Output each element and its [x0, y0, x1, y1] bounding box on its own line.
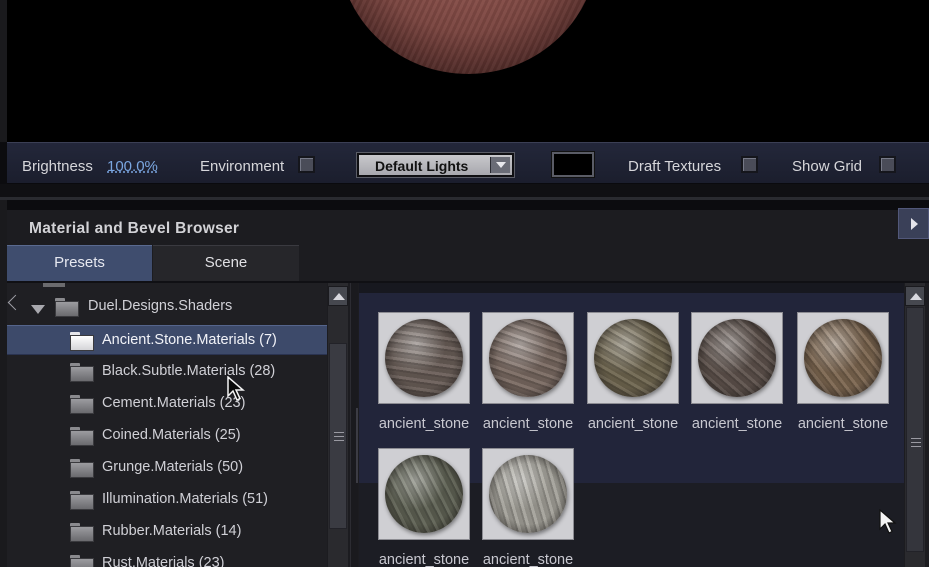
- tree-item-label: Coined.Materials (25): [102, 427, 241, 443]
- show-grid-label: Show Grid: [792, 158, 863, 175]
- tab-scene[interactable]: Scene: [153, 245, 299, 281]
- folder-icon: [70, 491, 94, 510]
- material-thumbnail[interactable]: [797, 312, 889, 404]
- material-label: ancient_stone: [797, 416, 889, 432]
- material-grid: ancient_stone ancient_stone ancient_ston…: [359, 283, 904, 567]
- show-grid-checkbox[interactable]: [879, 156, 896, 173]
- material-sphere: [385, 319, 463, 397]
- material-label: ancient_stone: [378, 552, 470, 567]
- brightness-value[interactable]: 100.0%: [107, 158, 158, 175]
- folder-icon: [70, 363, 94, 382]
- folder-tree: Duel.Designs.Shaders Ancient.Stone.Mater…: [7, 283, 327, 567]
- tree-item[interactable]: Rust.Materials (23): [7, 549, 327, 567]
- folder-icon: [70, 459, 94, 478]
- viewport-frame: [0, 0, 7, 142]
- tree-item[interactable]: Cement.Materials (23): [7, 389, 327, 419]
- tree-item-label: Grunge.Materials (50): [102, 459, 244, 475]
- folder-icon: [70, 523, 94, 542]
- panel-frame: [0, 200, 7, 567]
- grid-scrollbar[interactable]: [905, 283, 925, 567]
- render-viewport[interactable]: [0, 0, 929, 142]
- material-label: ancient_stone: [587, 416, 679, 432]
- material-sphere: [489, 455, 567, 533]
- material-thumbnail[interactable]: [482, 312, 574, 404]
- material-bevel-browser: Material and Bevel Browser Presets Scene…: [7, 208, 929, 567]
- material-thumbnail[interactable]: [378, 312, 470, 404]
- panel-title: Material and Bevel Browser: [29, 220, 240, 237]
- folder-icon: [55, 298, 79, 317]
- scroll-up-icon[interactable]: [905, 286, 925, 306]
- folder-icon: [70, 427, 94, 446]
- tree-item[interactable]: Illumination.Materials (51): [7, 485, 327, 515]
- lights-dropdown-value: Default Lights: [375, 158, 469, 174]
- collapse-triangle-icon[interactable]: [31, 305, 45, 314]
- scroll-thumb[interactable]: [329, 343, 347, 529]
- material-label: ancient_stone: [482, 552, 574, 567]
- material-thumbnail[interactable]: [482, 448, 574, 540]
- grip-icon: [334, 432, 344, 441]
- material-sphere: [385, 455, 463, 533]
- preview-sphere: [338, 0, 598, 74]
- material-thumbnail[interactable]: [378, 448, 470, 540]
- tree-item-label: Illumination.Materials (51): [102, 491, 269, 507]
- preview-toolbar: Brightness 100.0% Environment Default Li…: [7, 142, 929, 184]
- folder-icon: [70, 555, 94, 567]
- tree-item[interactable]: Rubber.Materials (14): [7, 517, 327, 547]
- tree-item[interactable]: Grunge.Materials (50): [7, 453, 327, 483]
- background-color-swatch[interactable]: [552, 152, 594, 177]
- folder-icon: [70, 395, 94, 414]
- tree-item-label: Ancient.Stone.Materials (7): [102, 332, 277, 348]
- environment-checkbox[interactable]: [298, 156, 315, 173]
- open-folder-icon: [70, 332, 94, 351]
- tab-presets[interactable]: Presets: [7, 245, 152, 281]
- tree-scrollbar[interactable]: [328, 283, 348, 567]
- tree-row-partial: [7, 283, 327, 291]
- tree-item-label: Black.Subtle.Materials (28): [102, 363, 276, 379]
- tree-item[interactable]: Ancient.Stone.Materials (7): [7, 325, 327, 355]
- panel-splitter[interactable]: [0, 197, 929, 200]
- browser-tabs: Presets Scene: [7, 245, 929, 281]
- tree-item-label: Cement.Materials (23): [102, 395, 246, 411]
- material-label: ancient_stone: [378, 416, 470, 432]
- pane-divider[interactable]: [350, 283, 358, 567]
- draft-textures-label: Draft Textures: [628, 158, 722, 175]
- expand-panel-icon[interactable]: [898, 208, 929, 239]
- grip-icon: [911, 438, 921, 447]
- material-thumbnail[interactable]: [587, 312, 679, 404]
- material-label: ancient_stone: [482, 416, 574, 432]
- tree-item-parent[interactable]: Duel.Designs.Shaders: [7, 292, 327, 322]
- material-label: ancient_stone: [691, 416, 783, 432]
- material-sphere: [804, 319, 882, 397]
- tree-item-label: Rubber.Materials (14): [102, 523, 242, 539]
- folder-icon: [43, 283, 65, 287]
- lights-dropdown[interactable]: Default Lights: [357, 153, 514, 177]
- environment-label: Environment: [200, 158, 285, 175]
- brightness-label: Brightness: [22, 158, 93, 175]
- material-thumbnail[interactable]: [691, 312, 783, 404]
- tree-item-label: Duel.Designs.Shaders: [88, 298, 233, 314]
- material-sphere: [698, 319, 776, 397]
- chevron-down-icon[interactable]: [490, 157, 510, 173]
- tree-item-label: Rust.Materials (23): [102, 555, 225, 567]
- material-sphere: [594, 319, 672, 397]
- scroll-up-icon[interactable]: [328, 286, 348, 306]
- scroll-thumb[interactable]: [906, 307, 924, 552]
- draft-textures-checkbox[interactable]: [741, 156, 758, 173]
- tree-item[interactable]: Coined.Materials (25): [7, 421, 327, 451]
- tree-item[interactable]: Black.Subtle.Materials (28): [7, 357, 327, 387]
- material-sphere: [489, 319, 567, 397]
